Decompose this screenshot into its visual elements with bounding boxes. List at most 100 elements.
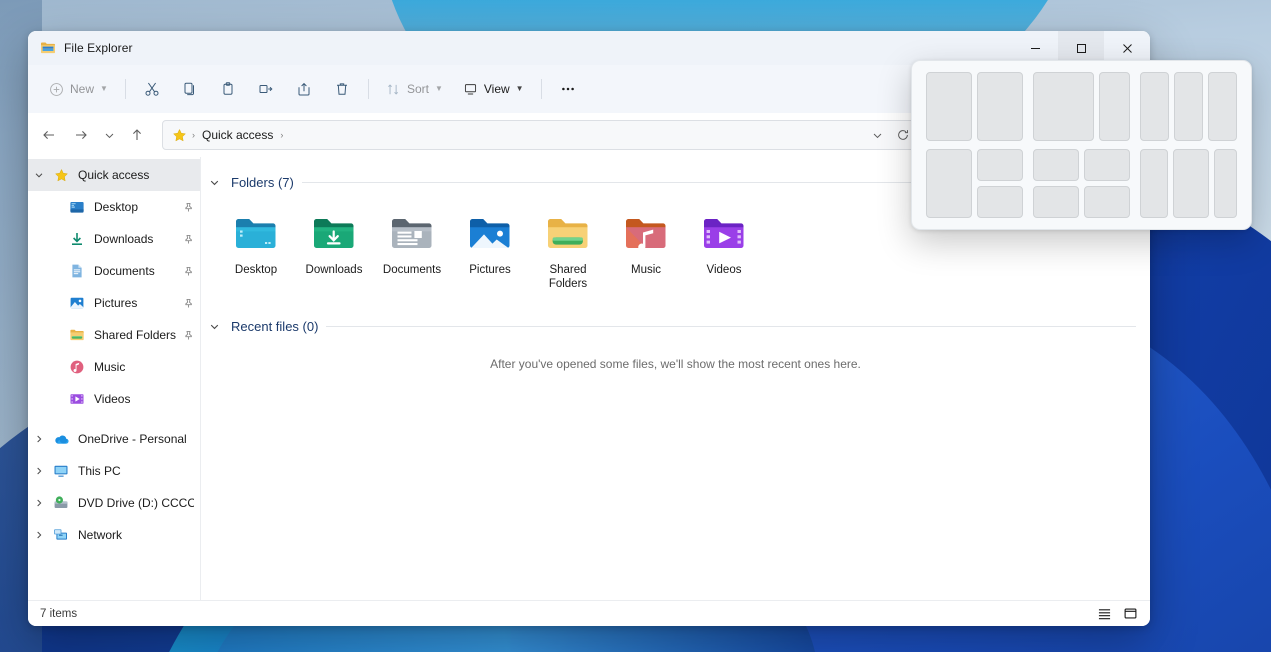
chevron-down-icon: ▼: [435, 85, 443, 93]
view-button[interactable]: View ▼: [454, 73, 533, 105]
documents-icon: [66, 263, 88, 279]
sidebar-item-dvd-drive[interactable]: DVD Drive (D:) CCCOM: [28, 487, 200, 519]
sidebar-item-downloads[interactable]: Downloads: [28, 223, 200, 255]
chevron-right-icon[interactable]: [28, 466, 50, 476]
sidebar-item-documents[interactable]: Documents: [28, 255, 200, 287]
sidebar-item-videos[interactable]: Videos: [28, 383, 200, 415]
folder-item-shared-folders[interactable]: Shared Folders: [529, 205, 607, 297]
chevron-down-icon[interactable]: [209, 321, 223, 332]
folder-item-pictures[interactable]: Pictures: [451, 205, 529, 297]
pin-icon[interactable]: [179, 330, 194, 341]
pictures-icon: [66, 295, 88, 311]
copy-button[interactable]: [172, 73, 208, 105]
snap-variant-thirds[interactable]: [1140, 72, 1237, 141]
snap-layout-wide-left-narrow-right[interactable]: [1033, 72, 1130, 218]
chevron-right-icon[interactable]: [28, 498, 50, 508]
pin-icon[interactable]: [179, 202, 194, 213]
download-icon: [66, 231, 88, 247]
monitor-icon: [463, 82, 478, 97]
rename-button[interactable]: [248, 73, 284, 105]
desktop-wallpaper: File Explorer New ▼: [0, 0, 1271, 652]
folder-item-documents[interactable]: Documents: [373, 205, 451, 297]
chevron-right-icon[interactable]: [28, 530, 50, 540]
details-view-button[interactable]: [1092, 604, 1116, 624]
sidebar-item-shared-folders[interactable]: Shared Folders: [28, 319, 200, 351]
sidebar-item-onedrive[interactable]: OneDrive - Personal: [28, 423, 200, 455]
snap-variant-half-half[interactable]: [926, 72, 1023, 141]
large-icons-view-button[interactable]: [1118, 604, 1142, 624]
more-options-button[interactable]: [550, 73, 586, 105]
snap-tile[interactable]: [1174, 72, 1203, 141]
snap-tile[interactable]: [1084, 149, 1130, 181]
snap-tile[interactable]: [1208, 72, 1237, 141]
snap-variant-thirds-wide-center[interactable]: [1140, 149, 1237, 218]
folder-item-desktop[interactable]: Desktop: [217, 205, 295, 297]
snap-tile[interactable]: [1140, 149, 1168, 218]
music-icon: [66, 359, 88, 375]
snap-tile[interactable]: [1084, 186, 1130, 218]
snap-tile[interactable]: [1033, 149, 1079, 181]
snap-tile[interactable]: [977, 186, 1023, 218]
sidebar-item-label: Desktop: [94, 200, 138, 214]
back-button[interactable]: [34, 120, 64, 150]
paste-button[interactable]: [210, 73, 246, 105]
sidebar-item-network[interactable]: Network: [28, 519, 200, 551]
sidebar-item-this-pc[interactable]: This PC: [28, 455, 200, 487]
folder-item-videos[interactable]: Videos: [685, 205, 763, 297]
forward-button[interactable]: [66, 120, 96, 150]
copy-icon: [182, 81, 198, 97]
sidebar-item-label: OneDrive - Personal: [78, 432, 187, 446]
breadcrumb-separator-2[interactable]: ›: [279, 130, 284, 140]
snap-tile[interactable]: [1033, 186, 1079, 218]
sidebar-item-label: This PC: [78, 464, 121, 478]
snap-layout-three-equal-columns[interactable]: [1140, 72, 1237, 218]
snap-variant-wide-narrow[interactable]: [1033, 72, 1130, 141]
pin-icon[interactable]: [179, 234, 194, 245]
folder-item-label: Pictures: [469, 263, 511, 277]
sidebar-item-music[interactable]: Music: [28, 351, 200, 383]
snap-tile[interactable]: [1214, 149, 1237, 218]
up-button[interactable]: [122, 120, 152, 150]
videos-folder-icon: [700, 209, 748, 257]
new-button[interactable]: New ▼: [40, 73, 117, 105]
folder-item-music[interactable]: Music: [607, 205, 685, 297]
address-bar[interactable]: › Quick access ›: [162, 120, 920, 150]
title-bar-left: File Explorer: [28, 40, 133, 56]
delete-button[interactable]: [324, 73, 360, 105]
snap-tile[interactable]: [977, 72, 1023, 141]
chevron-right-icon[interactable]: [28, 434, 50, 444]
view-button-label: View: [484, 82, 510, 96]
downloads-folder-icon: [310, 209, 358, 257]
snap-tile[interactable]: [1099, 72, 1130, 141]
folder-item-downloads[interactable]: Downloads: [295, 205, 373, 297]
snap-tile[interactable]: [926, 149, 972, 218]
chevron-down-icon[interactable]: [209, 177, 223, 188]
snap-tile[interactable]: [1173, 149, 1209, 218]
toolbar-divider-3: [541, 79, 542, 99]
sort-button[interactable]: Sort ▼: [377, 73, 452, 105]
sidebar-item-label: Shared Folders: [94, 328, 176, 342]
pin-icon[interactable]: [179, 298, 194, 309]
sidebar-item-pictures[interactable]: Pictures: [28, 287, 200, 319]
breadcrumb-item-quick-access[interactable]: Quick access: [196, 125, 279, 145]
folder-icon: [40, 40, 56, 56]
chevron-down-icon[interactable]: [28, 170, 50, 180]
snap-tile[interactable]: [1140, 72, 1169, 141]
snap-variant-four-quadrants[interactable]: [1033, 149, 1130, 218]
recent-files-group-header[interactable]: Recent files (0): [201, 313, 1150, 339]
recent-locations-button[interactable]: [98, 120, 120, 150]
snap-variant-left-full-right-split[interactable]: [926, 149, 1023, 218]
rename-icon: [258, 81, 274, 97]
snap-tile[interactable]: [1033, 72, 1094, 141]
snap-layout-two-equal-columns[interactable]: [926, 72, 1023, 218]
cut-button[interactable]: [134, 73, 170, 105]
pc-icon: [50, 463, 72, 479]
pin-icon[interactable]: [179, 266, 194, 277]
snap-tile[interactable]: [926, 72, 972, 141]
sidebar-spacer: [28, 415, 200, 423]
share-button[interactable]: [286, 73, 322, 105]
address-dropdown-button[interactable]: [865, 123, 889, 147]
sidebar-item-desktop[interactable]: Desktop: [28, 191, 200, 223]
sidebar-item-quick-access[interactable]: Quick access: [28, 159, 200, 191]
snap-tile[interactable]: [977, 149, 1023, 181]
